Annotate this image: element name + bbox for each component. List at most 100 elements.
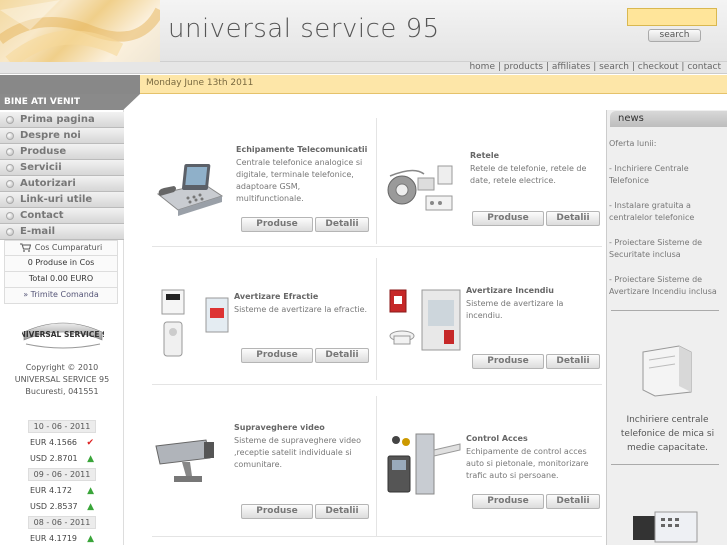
rate-eur: EUR 4.1719 ▲ [28,532,96,545]
rate-usd: USD 2.8701 ▲ [28,452,96,465]
pbx-cabinet-image [642,345,692,397]
date-bar: Monday June 13th 2011 [140,75,727,94]
product-description: Sisteme de avertizare la incendiu. [466,299,564,320]
product-card-access: Control Acces Echipamente de control acc… [384,424,614,534]
details-button[interactable]: Detalii [546,354,600,369]
search-button[interactable]: search [648,29,701,42]
rate-eur: EUR 4.1566 ✔ [28,436,96,449]
copyright-block: Copyright © 2010 UNIVERSAL SERVICE 95 Bu… [0,362,124,398]
rate-usd: USD 2.8537 ▲ [28,500,96,513]
network-equipment-image [387,165,453,211]
product-title[interactable]: Avertizare Efractie [234,292,318,301]
sidebar-item-contact[interactable]: Contact [0,208,124,224]
pbx-unit-image [633,511,698,543]
bullet-icon [6,132,14,140]
sidebar-item-label: Contact [20,210,64,221]
trend-up-icon: ▲ [87,502,94,512]
rate-date: 09 - 06 - 2011 [28,468,96,481]
product-description: Sisteme de supraveghere video ,receptie … [234,436,361,469]
news-intro: Oferta lunii: [609,139,657,148]
sidebar-item-link-uri-utile[interactable]: Link-uri utile [0,192,124,208]
products-button[interactable]: Produse [241,217,313,232]
rate-value: EUR 4.1566 [30,438,78,447]
details-button[interactable]: Detalii [315,217,369,232]
product-title[interactable]: Avertizare Incendiu [466,286,554,295]
sidebar-item-label: E-mail [20,226,56,237]
search-input[interactable] [627,8,717,26]
copyright-line: Copyright © 2010 [25,363,99,372]
bullet-icon [6,116,14,124]
bullet-icon [6,228,14,236]
details-button[interactable]: Detalii [546,494,600,509]
main-content: Echipamente Telecomunicatii Centrale tel… [140,96,606,545]
sidebar-item-despre-noi[interactable]: Despre noi [0,128,124,144]
nav-link-products[interactable]: products [504,62,543,72]
rate-value: EUR 4.172 [30,486,72,495]
bullet-icon [6,196,14,204]
top-nav-links: home | products | affiliates | search | … [469,62,721,72]
product-card-telecom: Echipamente Telecomunicatii Centrale tel… [152,140,382,250]
cart-title-row[interactable]: Cos Cumparaturi [4,240,118,256]
rate-value: USD 2.8701 [30,454,78,463]
bullet-icon [6,180,14,188]
sidebar-top-band [0,75,140,94]
rate-value: EUR 4.1719 [30,534,78,543]
news-item[interactable]: - Instalare gratuita a centralelor telef… [609,200,725,224]
product-title[interactable]: Echipamente Telecomunicatii [236,145,367,154]
sidebar-item-autorizari[interactable]: Autorizari [0,176,124,192]
sidebar-item-servicii[interactable]: Servicii [0,160,124,176]
bullet-icon [6,164,14,172]
rate-date: 08 - 06 - 2011 [28,516,96,529]
rate-value: USD 2.8537 [30,502,78,511]
products-button[interactable]: Produse [241,348,313,363]
news-caption[interactable]: Inchiriere centrale telefonice de mica s… [607,413,727,455]
news-body: Oferta lunii: - Inchiriere Centrale Tele… [609,138,725,311]
details-button[interactable]: Detalii [315,348,369,363]
products-button[interactable]: Produse [472,211,544,226]
bullet-icon [6,148,14,156]
nav-link-search[interactable]: search [599,62,629,72]
products-button[interactable]: Produse [472,494,544,509]
rate-date: 10 - 06 - 2011 [28,420,96,433]
product-title[interactable]: Supraveghere video [234,423,325,432]
sidebar-item-prima-pagina[interactable]: Prima pagina [0,112,124,128]
product-title[interactable]: Retele [470,151,499,160]
product-title[interactable]: Control Acces [466,434,528,443]
current-date: Monday June 13th 2011 [146,78,254,88]
news-item[interactable]: - Proiectare Sisteme de Avertizare Incen… [609,274,725,298]
sidebar-item-label: Autorizari [20,178,76,189]
sidebar-item-label: Produse [20,146,67,157]
cart-icon [19,243,31,252]
products-button[interactable]: Produse [472,354,544,369]
send-order-link[interactable]: » Trimite Comanda [4,288,118,304]
bullet-icon [6,212,14,220]
nav-link-home[interactable]: home [469,62,495,72]
header-decorative-art [0,0,160,62]
sidebar-item-e-mail[interactable]: E-mail [0,224,124,240]
nav-link-affiliates[interactable]: affiliates [552,62,591,72]
sidebar-menu: Prima pagina Despre noi Produse Servicii… [0,112,124,240]
site-title: universal service 95 [168,14,440,44]
details-button[interactable]: Detalii [546,211,600,226]
product-description: Centrale telefonice analogice si digital… [236,158,363,203]
product-card-networks: Retele Retele de telefonie, retele de da… [384,140,614,250]
details-button[interactable]: Detalii [315,504,369,519]
sidebar-item-label: Prima pagina [20,114,95,125]
company-logo: UNIVERSAL SERVICE 95 [22,322,104,349]
news-panel: news Oferta lunii: - Inchiriere Centrale… [606,110,727,545]
cart-title: Cos Cumparaturi [34,243,103,252]
nav-link-checkout[interactable]: checkout [638,62,679,72]
news-item[interactable]: - Inchiriere Centrale Telefonice [609,163,725,187]
site-header: universal service 95 search [0,0,727,62]
rate-eur: EUR 4.172 ▲ [28,484,96,497]
row-divider [152,536,602,537]
news-divider [611,464,719,465]
product-card-fire: Avertizare Incendiu Sisteme de avertizar… [384,286,614,396]
phone-system-image [156,164,224,216]
nav-link-contact[interactable]: contact [687,62,721,72]
news-item[interactable]: - Proiectare Sisteme de Securitate inclu… [609,237,725,261]
product-card-video: Supraveghere video Sisteme de supraveghe… [152,423,382,534]
sidebar-item-produse[interactable]: Produse [0,144,124,160]
welcome-heading: BINE ATI VENIT [0,94,140,110]
products-button[interactable]: Produse [241,504,313,519]
